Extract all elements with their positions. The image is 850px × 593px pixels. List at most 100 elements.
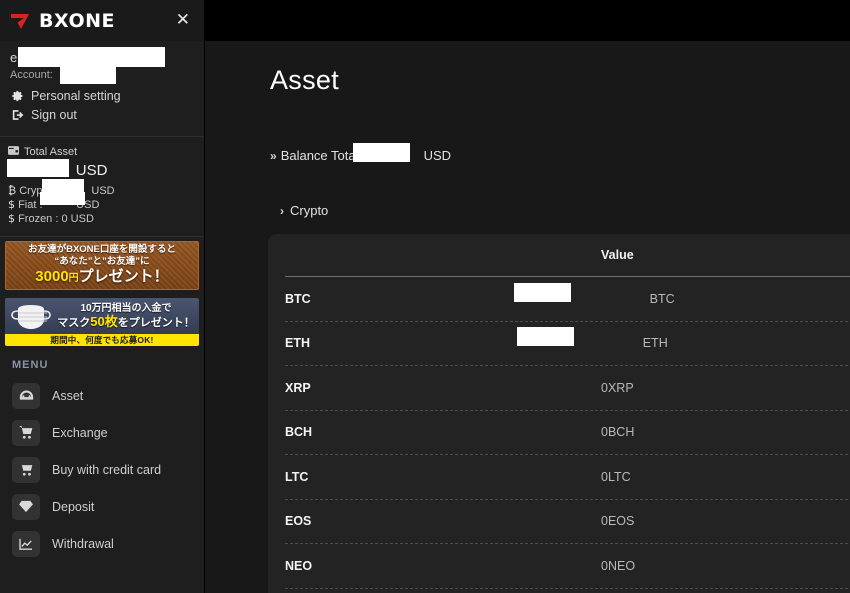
sidebar-item-exchange[interactable]: Exchange <box>0 414 204 451</box>
mask-banner-strip: 期間中、何度でも応募OK! <box>5 334 199 346</box>
redaction-account-id <box>60 67 116 84</box>
row-value-bch: 0BCH <box>515 425 850 439</box>
asset-row-fiat: $ Fiat : 00000USD <box>8 198 196 212</box>
total-asset-label: Total Asset <box>24 145 78 158</box>
row-value-btc-unit: BTC <box>649 291 675 306</box>
balance-total-unit: USD <box>423 148 452 163</box>
sidebar-item-exchange-label: Exchange <box>52 425 108 440</box>
balance-total-row: » Balance Total : 00000000 USD <box>205 96 850 163</box>
table-row[interactable]: NEO 0NEO <box>268 544 850 588</box>
top-bar <box>205 0 850 41</box>
gauge-icon <box>12 382 40 409</box>
personal-setting-link[interactable]: Personal setting <box>10 86 194 105</box>
referral-banner[interactable]: お友達がBXONE口座を開設すると “あなた”と”お友達”に 3000円プレゼン… <box>5 241 199 290</box>
row-value-bch-number: 0 <box>601 425 608 440</box>
total-asset-block: Total Asset 00000000USD ₿ Crypto : 00000… <box>0 137 204 234</box>
brand-logo[interactable]: BXONE <box>10 10 115 32</box>
sidebar: BXONE ✕ e Account: Personal setting Sign… <box>0 0 205 593</box>
mask-banner-line1: 10万円相当の入金で <box>80 303 172 314</box>
sidebar-item-withdrawal-label: Withdrawal <box>52 536 114 551</box>
crypto-section-label: Crypto <box>290 203 329 218</box>
table-row[interactable]: BTC 0000000BTC <box>268 277 850 321</box>
sidebar-item-asset[interactable]: Asset <box>0 377 204 414</box>
redaction-crypto-value <box>42 179 84 192</box>
sidebar-item-asset-label: Asset <box>52 388 84 403</box>
page-title: Asset <box>270 65 340 95</box>
sidebar-item-buy-with-credit-card[interactable]: Buy with credit card <box>0 451 204 488</box>
crypto-section-header[interactable]: › Crypto <box>205 163 850 218</box>
row-symbol-bch: BCH <box>285 425 313 440</box>
double-chevron-right-icon: » <box>270 148 277 163</box>
row-value-eos-number: 0 <box>601 514 608 529</box>
row-value-neo-number: 0 <box>601 558 608 573</box>
row-value-eth: 000000ETH <box>515 327 850 351</box>
table-row[interactable]: EOS 0EOS <box>268 500 850 544</box>
row-value-ltc-number: 0 <box>601 469 608 484</box>
bxone-arrow-icon <box>10 12 32 30</box>
sidebar-item-deposit[interactable]: Deposit <box>0 488 204 525</box>
referral-amount: 3000 <box>35 268 69 285</box>
row-value-eos-unit: EOS <box>607 514 635 529</box>
table-row[interactable]: BCH 0BCH <box>268 411 850 455</box>
row-symbol-xrp: XRP <box>285 380 311 395</box>
asset-row-frozen: $ Frozen : 0 USD <box>8 212 196 226</box>
row-value-bch-unit: BCH <box>607 425 635 440</box>
banner-referral-wrap: お友達がBXONE口座を開設すると “あなた”と”お友達”に 3000円プレゼン… <box>0 237 204 294</box>
face-mask-icon <box>9 299 57 333</box>
menu-section-label: MENU <box>12 359 49 371</box>
crypto-table-panel: Value BTC 0000000BTC ETH 000000ETH <box>268 234 850 593</box>
main-content: Asset » Balance Total : 00000000 USD › C… <box>205 41 850 593</box>
mask-campaign-banner[interactable]: 10万円相当の入金で マスク50枚をプレゼント！ 期間中、何度でも応募OK! <box>5 298 199 346</box>
row-value-eth-unit: ETH <box>642 336 668 351</box>
total-asset-heading: Total Asset <box>8 144 196 159</box>
row-symbol-eos: EOS <box>285 514 312 529</box>
sidebar-header: BXONE ✕ <box>0 0 204 41</box>
redaction-fiat-value <box>40 192 85 205</box>
asset-row-frozen-label: Frozen : <box>18 213 59 225</box>
row-value-eos: 0EOS <box>515 514 850 528</box>
mask-banner-main: 10万円相当の入金で マスク50枚をプレゼント！ <box>5 298 199 334</box>
table-header-value: Value <box>601 248 634 262</box>
close-icon[interactable]: ✕ <box>176 12 190 29</box>
asset-breakdown: ₿ Crypto : 00000USD $ Fiat : 00000USD $ … <box>8 184 196 226</box>
asset-row-frozen-value: 0 USD <box>61 213 94 225</box>
redaction-eth-value <box>517 327 574 347</box>
mask-banner-line2c: をプレゼント！ <box>117 317 195 329</box>
referral-present: プレゼント！ <box>78 268 169 285</box>
row-value-neo-unit: NEO <box>607 558 636 573</box>
redaction-balance-total <box>353 143 410 162</box>
table-header-row: Value <box>268 234 850 276</box>
redaction-btc-value <box>514 282 571 302</box>
table-row[interactable]: LTC 0LTC <box>268 455 850 499</box>
row-value-xrp-unit: XRP <box>607 380 634 395</box>
row-symbol-btc: BTC <box>285 291 311 306</box>
sidebar-item-buy-with-credit-card-label: Buy with credit card <box>52 462 162 477</box>
row-symbol-eth: ETH <box>285 336 310 351</box>
diamond-icon <box>12 493 40 520</box>
table-row[interactable]: XRP 0XRP <box>268 366 850 410</box>
sign-out-link[interactable]: Sign out <box>10 105 194 124</box>
mask-banner-count: 50枚 <box>90 314 118 329</box>
table-row[interactable]: ETH 000000ETH <box>268 322 850 366</box>
chart-icon <box>12 530 40 557</box>
sign-out-icon <box>11 109 25 121</box>
mask-banner-text: 10万円相当の入金で マスク50枚をプレゼント！ <box>57 302 199 330</box>
sidebar-item-withdrawal[interactable]: Withdrawal <box>0 525 204 562</box>
asset-row-fiat-label: Fiat : <box>18 199 43 211</box>
wallet-icon <box>8 145 19 158</box>
mask-banner-line2a: マスク <box>57 317 91 329</box>
row-value-xrp-number: 0 <box>601 380 608 395</box>
row-divider <box>285 587 850 589</box>
referral-banner-line1: お友達がBXONE口座を開設すると <box>28 244 176 255</box>
row-value-btc: 0000000BTC <box>514 282 850 306</box>
dollar-symbol-icon-2: $ <box>8 212 15 225</box>
gear-icon <box>11 90 25 102</box>
dollar-symbol-icon: $ <box>8 198 15 211</box>
redaction-email <box>18 47 165 67</box>
personal-setting-label: Personal setting <box>31 88 121 103</box>
mask-banner-line2: マスク50枚をプレゼント！ <box>57 315 195 330</box>
cart-icon <box>12 419 40 446</box>
row-symbol-neo: NEO <box>285 558 313 573</box>
referral-banner-line2: “あなた”と”お友達”に <box>54 256 150 267</box>
referral-banner-line3: 3000円プレゼント！ <box>35 268 168 287</box>
